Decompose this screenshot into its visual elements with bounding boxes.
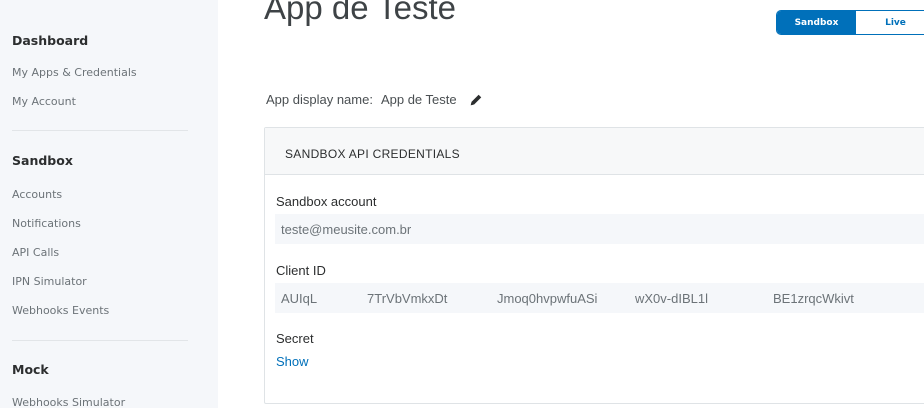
sidebar-heading-dashboard: Dashboard: [12, 33, 89, 48]
app-display-name-label: App display name:: [266, 92, 373, 107]
sidebar-divider: [12, 340, 188, 341]
sidebar-item-my-apps-credentials[interactable]: My Apps & Credentials: [12, 66, 137, 79]
client-id-label: Client ID: [276, 263, 326, 278]
sidebar-item-ipn-simulator[interactable]: IPN Simulator: [12, 275, 87, 288]
client-id-part: 7TrVbVmkxDt: [367, 291, 448, 306]
app-display-name: App display name: App de Teste: [266, 92, 483, 107]
sidebar-item-api-calls[interactable]: API Calls: [12, 246, 59, 259]
sandbox-toggle-button[interactable]: Sandbox: [777, 11, 856, 34]
sidebar-heading-mock: Mock: [12, 362, 49, 377]
sidebar-item-notifications[interactable]: Notifications: [12, 217, 81, 230]
sandbox-account-label: Sandbox account: [276, 194, 377, 209]
client-id-part: BE1zrqcWkivt: [773, 291, 854, 306]
client-id-part: Jmoq0hvpwfuASi: [497, 291, 598, 306]
sidebar-item-accounts[interactable]: Accounts: [12, 188, 62, 201]
environment-toggle: Sandbox Live: [776, 10, 924, 35]
show-secret-link[interactable]: Show: [276, 354, 309, 369]
client-id-row: AUIqL 7TrVbVmkxDt Jmoq0hvpwfuASi wX0v-dI…: [275, 283, 924, 313]
client-id-part: AUIqL: [281, 291, 318, 306]
pencil-icon[interactable]: [469, 93, 483, 107]
credentials-card-header: SANDBOX API CREDENTIALS: [265, 128, 924, 175]
sidebar: Dashboard My Apps & Credentials My Accou…: [0, 0, 218, 408]
sandbox-account-value: teste@meusite.com.br: [281, 222, 412, 237]
app-root: Dashboard My Apps & Credentials My Accou…: [0, 0, 924, 408]
sandbox-account-row: teste@meusite.com.br: [275, 214, 924, 244]
sidebar-item-webhooks-events[interactable]: Webhooks Events: [12, 304, 109, 317]
credentials-card: SANDBOX API CREDENTIALS Sandbox account …: [264, 127, 924, 404]
sidebar-divider: [12, 130, 188, 131]
client-id-part: wX0v-dIBL1l: [635, 291, 708, 306]
page-title: App de Teste: [264, 0, 457, 26]
live-toggle-button[interactable]: Live: [856, 11, 924, 34]
app-display-name-value: App de Teste: [380, 92, 457, 107]
secret-label: Secret: [276, 331, 314, 346]
credentials-card-title: SANDBOX API CREDENTIALS: [285, 147, 460, 161]
sidebar-item-my-account[interactable]: My Account: [12, 95, 76, 108]
sidebar-heading-sandbox: Sandbox: [12, 153, 73, 168]
sidebar-item-webhooks-simulator[interactable]: Webhooks Simulator: [12, 396, 125, 408]
